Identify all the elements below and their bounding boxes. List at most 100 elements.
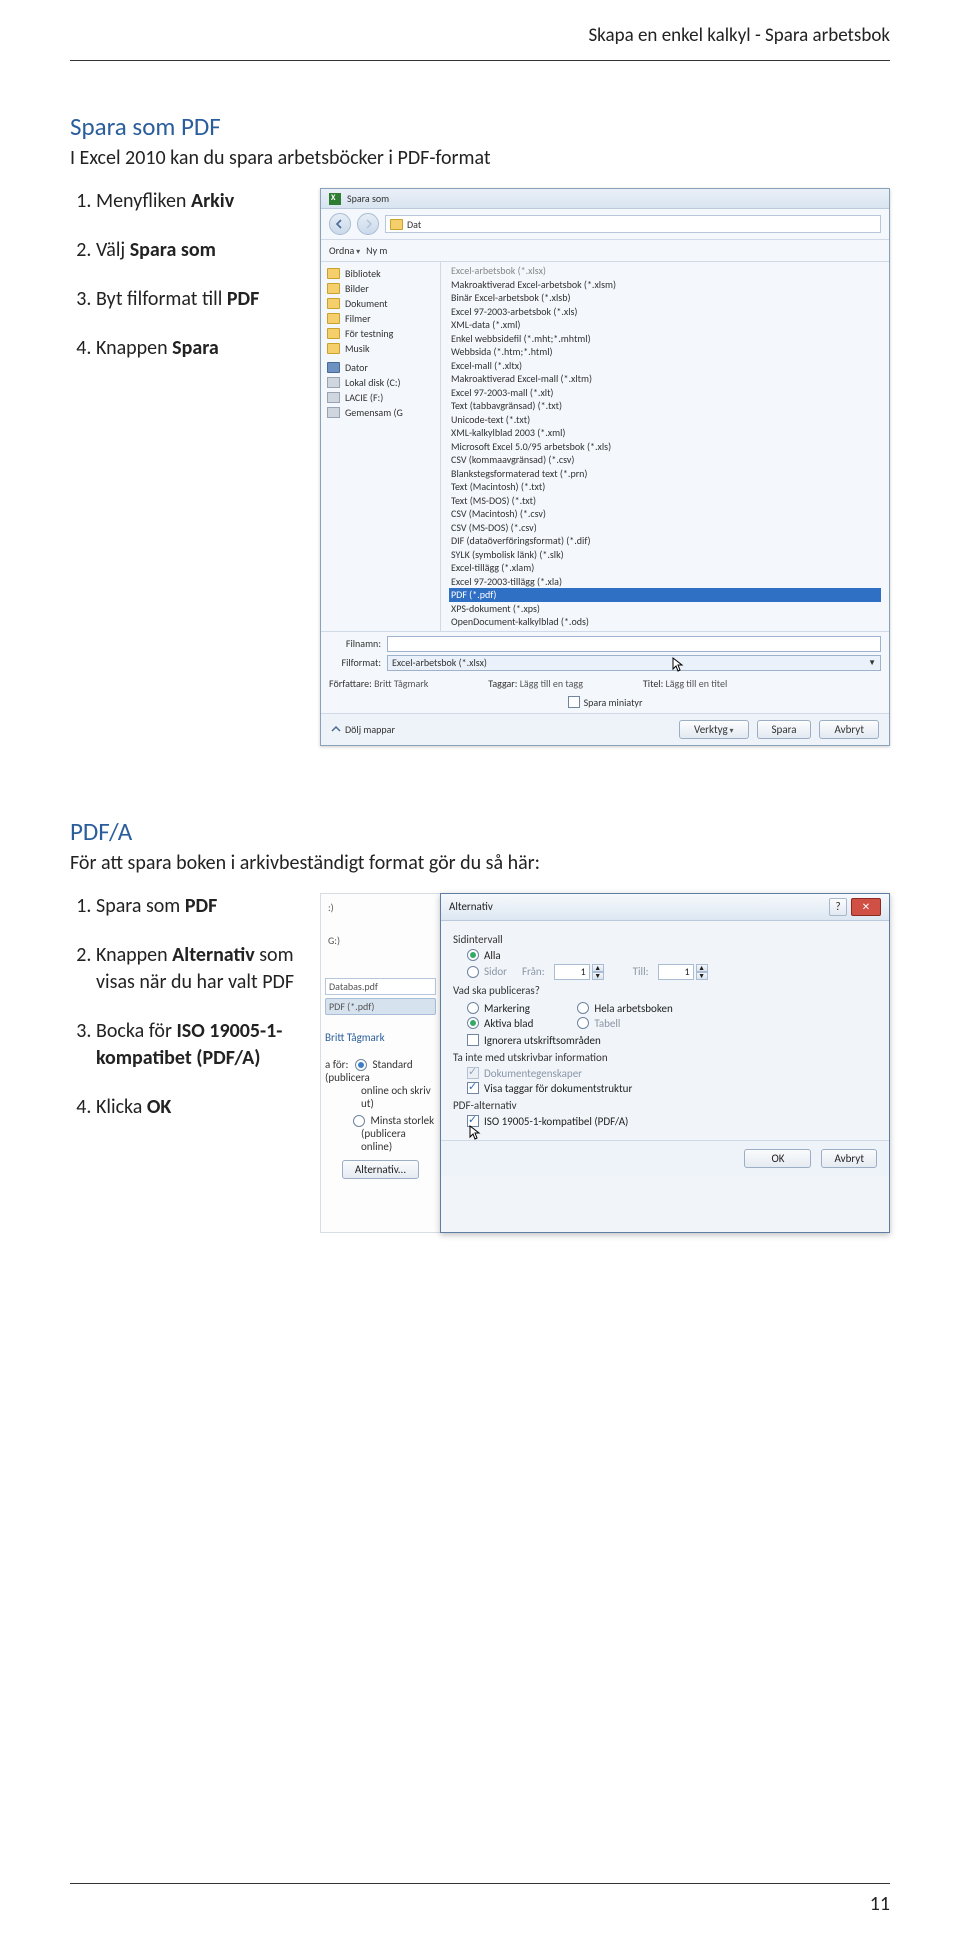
format-item[interactable]: Unicode-text (*.txt): [449, 413, 881, 427]
format-item[interactable]: CSV (kommaavgränsad) (*.csv): [449, 453, 881, 467]
alternativ-footer: OK Avbryt: [441, 1140, 889, 1176]
group-publish: Vad ska publiceras?: [453, 984, 877, 997]
step-item: Klicka OK: [96, 1094, 300, 1121]
folder-icon: [390, 219, 403, 230]
format-item[interactable]: Blankstegsformaterad text (*.prn): [449, 467, 881, 481]
cancel-button[interactable]: Avbryt: [821, 1149, 877, 1168]
filename-input[interactable]: [387, 636, 881, 652]
sidebar-tree[interactable]: Bibliotek Bilder Dokument Filmer För tes…: [321, 262, 441, 631]
format-item[interactable]: Excel 97-2003-arbetsbok (*.xls): [449, 305, 881, 319]
group-pages: Sidintervall: [453, 933, 877, 946]
format-item[interactable]: Excel-mall (*.xltx): [449, 359, 881, 373]
cursor-icon: [672, 657, 684, 673]
radio-table[interactable]: [577, 1017, 589, 1029]
step-item: Byt filformat till PDF: [96, 286, 300, 313]
section-intro: I Excel 2010 kan du spara arbetsböcker i…: [70, 146, 890, 170]
new-folder-button[interactable]: Ny m: [366, 244, 387, 257]
ok-button[interactable]: OK: [744, 1149, 811, 1168]
steps-column: Menyfliken Arkiv Välj Spara som Byt filf…: [70, 188, 300, 384]
radio-standard[interactable]: [355, 1059, 367, 1071]
format-item[interactable]: CSV (MS-DOS) (*.csv): [449, 521, 881, 535]
dialog-titlebar: Spara som: [321, 189, 889, 209]
back-button[interactable]: [329, 213, 351, 235]
format-item-selected[interactable]: PDF (*.pdf): [449, 588, 881, 602]
sidebar-item: Filmer: [323, 311, 438, 326]
from-label: Från:: [522, 965, 545, 978]
location-bar[interactable]: Dat: [385, 215, 881, 233]
format-item[interactable]: Excel-tillägg (*.xlam): [449, 561, 881, 575]
library-icon: [327, 268, 340, 279]
format-item[interactable]: CSV (Macintosh) (*.csv): [449, 507, 881, 521]
save-button[interactable]: Spara: [757, 720, 812, 739]
radio-pages[interactable]: [467, 966, 479, 978]
radio-active-sheets[interactable]: [467, 1017, 479, 1029]
chk-doc-properties: [467, 1067, 479, 1079]
sidebar-item: LACIE (F:): [323, 390, 438, 405]
fileformat-dropdown[interactable]: Excel-arbetsbok (*.xlsx) ▼: [387, 655, 881, 671]
drive-icon: [327, 392, 340, 403]
tools-button[interactable]: Verktyg: [679, 720, 748, 739]
format-item[interactable]: XML-kalkylblad 2003 (*.xml): [449, 426, 881, 440]
format-item[interactable]: DIF (dataöverföringsformat) (*.dif): [449, 534, 881, 548]
radio-pages-label: Sidor: [484, 965, 507, 978]
radio-min-size[interactable]: [353, 1115, 365, 1127]
steps-list: Spara som PDF Knappen Alternativ som vis…: [70, 893, 300, 1121]
format-item[interactable]: XPS-dokument (*.xps): [449, 602, 881, 616]
sidebar-item: Bilder: [323, 281, 438, 296]
alternativ-dialog: Alternativ ? ✕ Sidintervall Alla: [440, 893, 890, 1233]
step-item: Knappen Spara: [96, 335, 300, 362]
format-item[interactable]: XML-data (*.xml): [449, 318, 881, 332]
format-item[interactable]: Excel 97-2003-mall (*.xlt): [449, 386, 881, 400]
format-item[interactable]: Text (tabbavgränsad) (*.txt): [449, 399, 881, 413]
format-item[interactable]: SYLK (symbolisk länk) (*.slk): [449, 548, 881, 562]
toolbar-row: Ordna Ny m: [321, 240, 889, 262]
thumbnail-label: Spara miniatyr: [584, 696, 643, 709]
group-nonprint: Ta inte med utskrivbar information: [453, 1051, 877, 1064]
dialog-footer: Dölj mappar Verktyg Spara Avbryt: [321, 713, 889, 745]
radio-selection[interactable]: [467, 1002, 479, 1014]
step-item: Välj Spara som: [96, 237, 300, 264]
chk-ignore-print-areas[interactable]: [467, 1034, 479, 1046]
sidebar-item: Musik: [323, 341, 438, 356]
chk-show-tags[interactable]: [467, 1082, 479, 1094]
forward-button[interactable]: [357, 213, 379, 235]
computer-icon: [327, 362, 340, 373]
section-spara-som-pdf: Spara som PDF I Excel 2010 kan du spara …: [70, 111, 890, 746]
close-button[interactable]: ✕: [851, 898, 881, 916]
format-item[interactable]: Text (MS-DOS) (*.txt): [449, 494, 881, 508]
format-item[interactable]: Makroaktiverad Excel-mall (*.xltm): [449, 372, 881, 386]
chevron-up-icon: [331, 724, 341, 734]
document-page: Skapa en enkel kalkyl - Spara arbetsbok …: [0, 0, 960, 1946]
thumbnail-checkbox[interactable]: [568, 696, 580, 708]
organize-button[interactable]: Ordna: [329, 244, 360, 257]
folder-icon: [327, 343, 340, 354]
dialog-title: Spara som: [347, 192, 389, 205]
folder-icon: [327, 283, 340, 294]
drive-icon: [327, 377, 340, 388]
alternativ-button[interactable]: Alternativ...: [342, 1160, 419, 1179]
radio-whole-workbook[interactable]: [577, 1002, 589, 1014]
to-spinner[interactable]: 1 ▲▼: [658, 964, 708, 980]
format-dropdown-list[interactable]: Excel-arbetsbok (*.xlsx) Makroaktiverad …: [441, 262, 889, 631]
format-item[interactable]: OpenDocument-kalkylblad (*.ods): [449, 615, 881, 629]
background-dialog-fragment: :) G:) Databas.pdf PDF (*.pdf) Britt Tåg…: [320, 893, 440, 1233]
filename-label: Filnamn:: [329, 637, 381, 650]
format-item[interactable]: Excel 97-2003-tillägg (*.xla): [449, 575, 881, 589]
from-spinner[interactable]: 1 ▲▼: [554, 964, 604, 980]
format-item[interactable]: Webbsida (*.htm;*.html): [449, 345, 881, 359]
nav-row: Dat: [321, 209, 889, 240]
chevron-down-icon: ▼: [868, 658, 876, 668]
save-as-dialog: Spara som Dat: [320, 188, 890, 746]
format-item[interactable]: Text (Macintosh) (*.txt): [449, 480, 881, 494]
sidebar-item: Dator: [323, 360, 438, 375]
format-item[interactable]: Enkel webbsidefil (*.mht;*.mhtml): [449, 332, 881, 346]
format-item[interactable]: Excel-arbetsbok (*.xlsx): [449, 264, 881, 278]
hide-folders-button[interactable]: Dölj mappar: [331, 723, 395, 736]
format-item[interactable]: Microsoft Excel 5.0/95 arbetsbok (*.xls): [449, 440, 881, 454]
format-item[interactable]: Makroaktiverad Excel-arbetsbok (*.xlsm): [449, 278, 881, 292]
format-item[interactable]: Binär Excel-arbetsbok (*.xlsb): [449, 291, 881, 305]
radio-all[interactable]: [467, 949, 479, 961]
help-button[interactable]: ?: [829, 898, 847, 916]
drive-icon: [327, 407, 340, 418]
cancel-button[interactable]: Avbryt: [819, 720, 879, 739]
